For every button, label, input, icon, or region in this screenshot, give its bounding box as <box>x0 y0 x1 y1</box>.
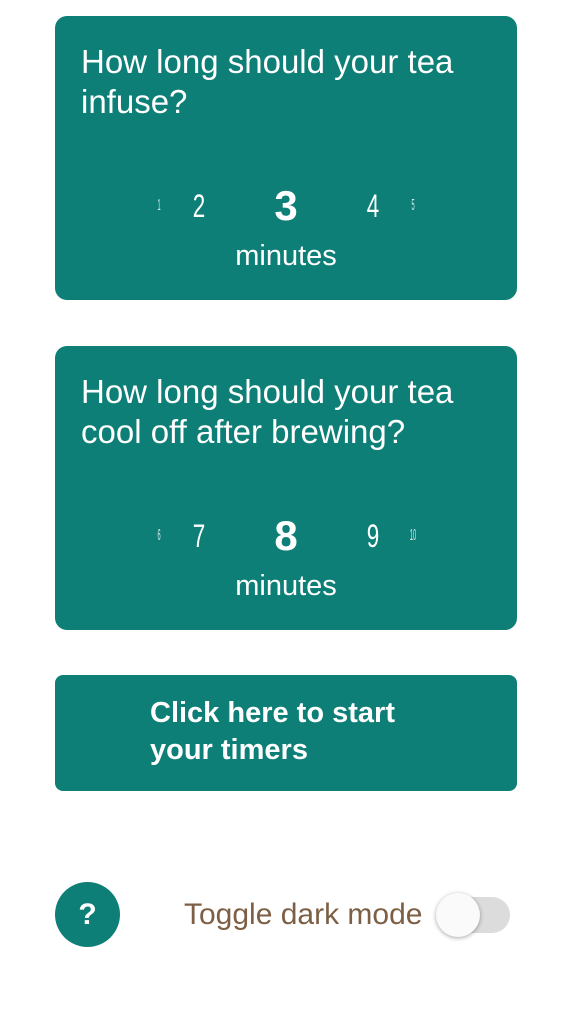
cool-option-far-right[interactable]: 10 <box>410 514 416 558</box>
cool-option-next[interactable]: 9 <box>367 514 379 558</box>
cool-question: How long should your tea cool off after … <box>81 373 454 450</box>
infuse-time-card: How long should your tea infuse? 1 2 3 4… <box>55 16 517 300</box>
infuse-option-selected[interactable]: 3 <box>274 184 297 228</box>
cool-option-far-left[interactable]: 6 <box>157 514 160 558</box>
dark-mode-toggle[interactable] <box>436 892 512 938</box>
toggle-thumb <box>436 893 480 937</box>
infuse-question: How long should your tea infuse? <box>81 43 454 120</box>
cool-unit-label: minutes <box>235 570 337 602</box>
start-timers-label: Click here to start your timers <box>150 697 395 766</box>
infuse-option-previous[interactable]: 2 <box>193 184 205 228</box>
cool-option-selected[interactable]: 8 <box>274 514 297 558</box>
start-timers-button[interactable]: Click here to start your timers <box>55 675 517 791</box>
help-button[interactable]: ? <box>55 882 120 947</box>
infuse-option-far-right[interactable]: 5 <box>411 184 414 228</box>
cool-time-card: How long should your tea cool off after … <box>55 346 517 630</box>
infuse-option-far-left[interactable]: 1 <box>157 184 160 228</box>
infuse-option-next[interactable]: 4 <box>367 184 379 228</box>
cool-option-previous[interactable]: 7 <box>193 514 205 558</box>
dark-mode-label: Toggle dark mode <box>184 898 423 931</box>
infuse-unit-label: minutes <box>235 240 337 272</box>
infuse-minutes-picker[interactable]: 1 2 3 4 5 <box>55 184 517 228</box>
cool-minutes-picker[interactable]: 6 7 8 9 10 <box>55 514 517 558</box>
